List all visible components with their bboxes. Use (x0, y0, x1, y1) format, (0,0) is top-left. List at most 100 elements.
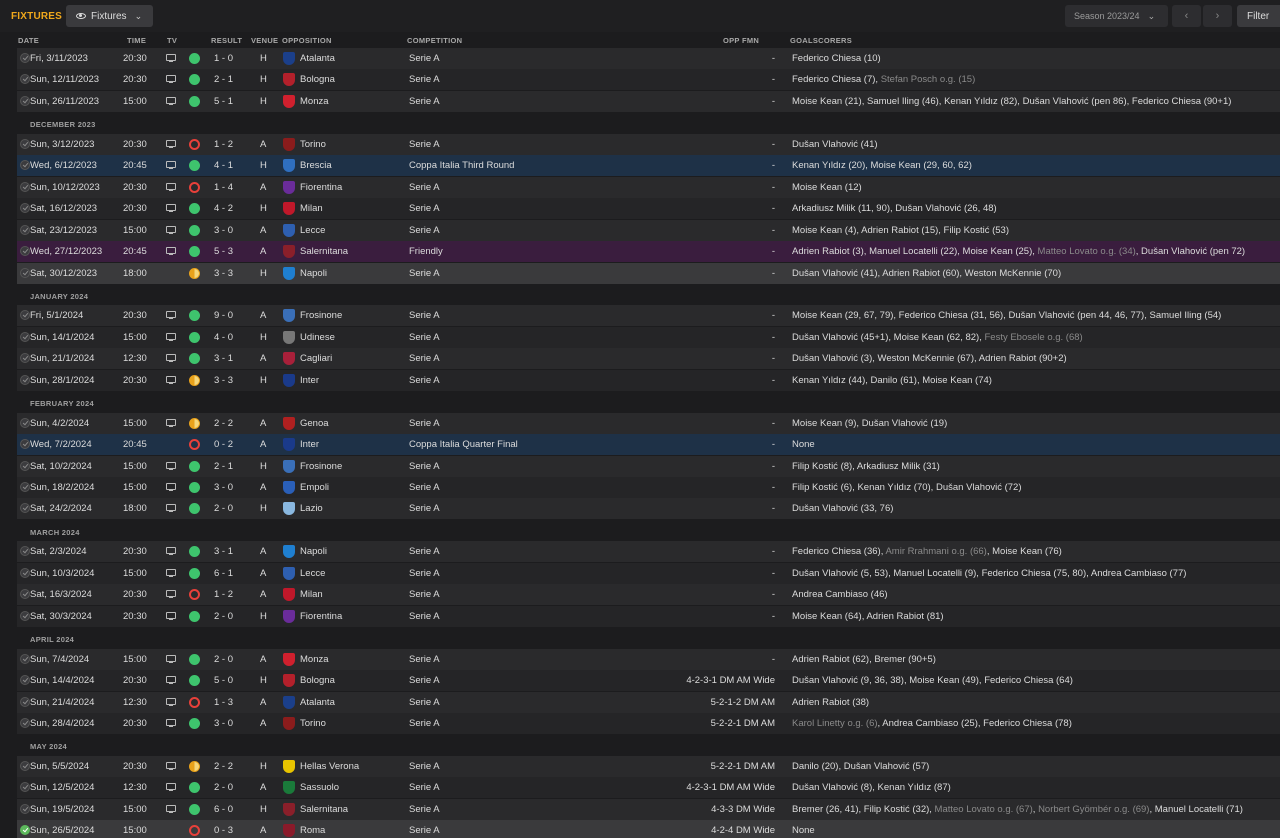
result-score[interactable]: 3 - 0 (214, 718, 233, 729)
fixture-row[interactable]: Sat, 10/2/2024 15:00 2 - 1 H Frosinone Serie … (17, 456, 1280, 477)
check-icon[interactable] (20, 310, 30, 320)
result-score[interactable]: 1 - 0 (214, 53, 233, 64)
season-selector[interactable]: Season 2023/24 ⌄ (1065, 5, 1168, 27)
result-score[interactable]: 1 - 3 (214, 697, 233, 708)
result-score[interactable]: 2 - 0 (214, 503, 233, 514)
competition-name[interactable]: Friendly (409, 246, 443, 257)
competition-name[interactable]: Serie A (409, 96, 440, 107)
result-score[interactable]: 9 - 0 (214, 310, 233, 321)
fixture-row[interactable]: Sat, 16/12/2023 20:30 4 - 2 H Milan Serie A - A… (17, 198, 1280, 219)
opposition-name[interactable]: Salernitana (300, 246, 348, 257)
result-score[interactable]: 0 - 3 (214, 825, 233, 836)
col-opp-fmn[interactable]: OPP FMN (723, 36, 759, 45)
fixture-row[interactable]: Sun, 19/5/2024 15:00 6 - 0 H Salernitana Seri… (17, 799, 1280, 820)
competition-name[interactable]: Serie A (409, 782, 440, 793)
check-icon[interactable] (20, 804, 30, 814)
result-score[interactable]: 3 - 1 (214, 353, 233, 364)
result-score[interactable]: 3 - 1 (214, 546, 233, 557)
check-icon[interactable] (20, 439, 30, 449)
opposition-name[interactable]: Monza (300, 96, 329, 107)
opposition-name[interactable]: Atalanta (300, 53, 335, 64)
competition-name[interactable]: Serie A (409, 225, 440, 236)
check-icon[interactable] (20, 203, 30, 213)
fixture-row[interactable]: Wed, 7/2/2024 20:45 0 - 2 A Inter Coppa Itali… (17, 434, 1280, 455)
competition-name[interactable]: Serie A (409, 375, 440, 386)
result-score[interactable]: 2 - 0 (214, 611, 233, 622)
competition-name[interactable]: Serie A (409, 74, 440, 85)
opposition-name[interactable]: Fiorentina (300, 182, 342, 193)
completed-check-icon[interactable] (20, 825, 30, 835)
competition-name[interactable]: Serie A (409, 332, 440, 343)
fixture-row[interactable]: Sun, 12/11/2023 20:30 2 - 1 H Bologna Serie A… (17, 69, 1280, 90)
competition-name[interactable]: Serie A (409, 546, 440, 557)
fixture-row[interactable]: Sun, 12/5/2024 12:30 2 - 0 A Sassuolo Serie A… (17, 777, 1280, 798)
result-score[interactable]: 6 - 1 (214, 568, 233, 579)
check-icon[interactable] (20, 53, 30, 63)
result-score[interactable]: 1 - 2 (214, 589, 233, 600)
opposition-name[interactable]: Torino (300, 139, 326, 150)
opposition-name[interactable]: Torino (300, 718, 326, 729)
fixture-row[interactable]: Fri, 3/11/2023 20:30 1 - 0 H Atalanta Serie A… (17, 48, 1280, 69)
fixture-row[interactable]: Sun, 28/1/2024 20:30 3 - 3 H Inter Serie A - Ke… (17, 370, 1280, 391)
result-score[interactable]: 5 - 3 (214, 246, 233, 257)
fixture-row[interactable]: Sun, 5/5/2024 20:30 2 - 2 H Hellas Verona Ser… (17, 756, 1280, 777)
opposition-name[interactable]: Brescia (300, 160, 332, 171)
fixture-row[interactable]: Sat, 30/12/2023 18:00 3 - 3 H Napoli Serie A -… (17, 263, 1280, 284)
competition-name[interactable]: Serie A (409, 461, 440, 472)
fixture-row[interactable]: Wed, 6/12/2023 20:45 4 - 1 H Brescia Coppa It… (17, 155, 1280, 176)
check-icon[interactable] (20, 74, 30, 84)
opposition-name[interactable]: Bologna (300, 74, 335, 85)
opposition-name[interactable]: Napoli (300, 268, 327, 279)
competition-name[interactable]: Serie A (409, 825, 440, 836)
competition-name[interactable]: Serie A (409, 418, 440, 429)
fixture-row[interactable]: Sun, 3/12/2023 20:30 1 - 2 A Torino Serie A - D… (17, 134, 1280, 155)
opposition-name[interactable]: Fiorentina (300, 611, 342, 622)
check-icon[interactable] (20, 782, 30, 792)
fixture-row[interactable]: Sun, 14/4/2024 20:30 5 - 0 H Bologna Serie A 4… (17, 670, 1280, 691)
opposition-name[interactable]: Frosinone (300, 461, 342, 472)
opposition-name[interactable]: Milan (300, 203, 323, 214)
competition-name[interactable]: Serie A (409, 761, 440, 772)
check-icon[interactable] (20, 611, 30, 621)
competition-name[interactable]: Serie A (409, 182, 440, 193)
filter-button[interactable]: Filter (1237, 5, 1280, 27)
competition-name[interactable]: Serie A (409, 611, 440, 622)
check-icon[interactable] (20, 761, 30, 771)
check-icon[interactable] (20, 568, 30, 578)
fixture-row[interactable]: Sat, 30/3/2024 20:30 2 - 0 H Fiorentina Serie… (17, 606, 1280, 627)
competition-name[interactable]: Serie A (409, 353, 440, 364)
check-icon[interactable] (20, 503, 30, 513)
competition-name[interactable]: Serie A (409, 589, 440, 600)
check-icon[interactable] (20, 268, 30, 278)
opposition-name[interactable]: Salernitana (300, 804, 348, 815)
check-icon[interactable] (20, 375, 30, 385)
col-venue[interactable]: VENUE (251, 36, 278, 45)
opposition-name[interactable]: Sassuolo (300, 782, 339, 793)
competition-name[interactable]: Serie A (409, 675, 440, 686)
view-selector-button[interactable]: Fixtures ⌄ (66, 5, 153, 27)
result-score[interactable]: 6 - 0 (214, 804, 233, 815)
result-score[interactable]: 2 - 0 (214, 782, 233, 793)
opposition-name[interactable]: Udinese (300, 332, 335, 343)
check-icon[interactable] (20, 546, 30, 556)
result-score[interactable]: 4 - 1 (214, 160, 233, 171)
competition-name[interactable]: Serie A (409, 697, 440, 708)
competition-name[interactable]: Coppa Italia Third Round (409, 160, 514, 171)
competition-name[interactable]: Serie A (409, 654, 440, 665)
fixture-row[interactable]: Sun, 18/2/2024 15:00 3 - 0 A Empoli Serie A - F… (17, 477, 1280, 498)
competition-name[interactable]: Serie A (409, 482, 440, 493)
opposition-name[interactable]: Empoli (300, 482, 329, 493)
result-score[interactable]: 3 - 0 (214, 225, 233, 236)
result-score[interactable]: 5 - 0 (214, 675, 233, 686)
competition-name[interactable]: Serie A (409, 53, 440, 64)
result-score[interactable]: 2 - 1 (214, 461, 233, 472)
check-icon[interactable] (20, 654, 30, 664)
check-icon[interactable] (20, 418, 30, 428)
fixture-row[interactable]: Sun, 4/2/2024 15:00 2 - 2 A Genoa Serie A - Moi… (17, 413, 1280, 434)
check-icon[interactable] (20, 461, 30, 471)
result-score[interactable]: 4 - 2 (214, 203, 233, 214)
check-icon[interactable] (20, 697, 30, 707)
col-tv[interactable]: TV (167, 36, 177, 45)
col-competition[interactable]: COMPETITION (407, 36, 462, 45)
opposition-name[interactable]: Inter (300, 439, 319, 450)
